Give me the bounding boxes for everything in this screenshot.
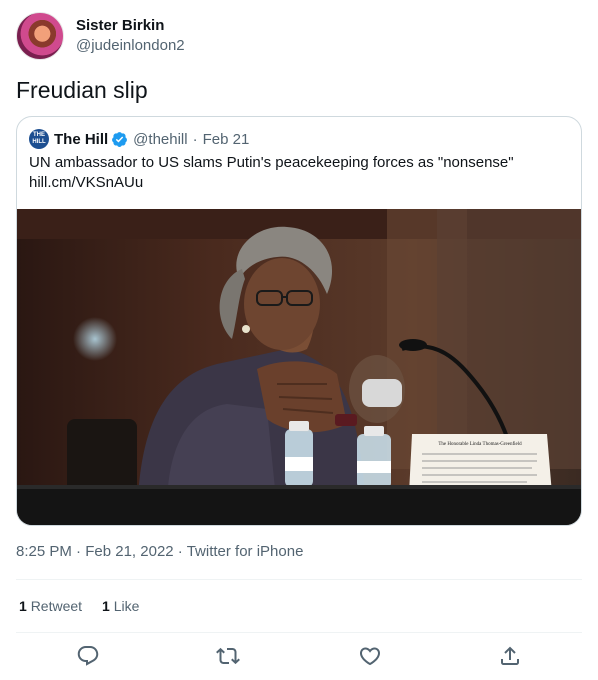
tweet-date[interactable]: Feb 21, 2022 <box>85 543 173 560</box>
retweets-label: Retweet <box>30 598 83 614</box>
verified-badge-icon <box>112 131 128 147</box>
divider <box>16 632 582 633</box>
tweet-meta: 8:25 PM · Feb 21, 2022 · Twitter for iPh… <box>16 542 303 562</box>
retweets-count: 1 <box>19 598 27 614</box>
quoted-photo[interactable]: The Honorable Linda Thomas-Greenfield <box>17 209 581 525</box>
tweet-header: Sister Birkin @judeinlondon2 <box>16 12 185 60</box>
placard-text: The Honorable Linda Thomas-Greenfield <box>438 442 522 447</box>
tweet-stats: 1 Retweet 1 Like <box>19 596 139 616</box>
quoted-link[interactable]: hill.cm/VKSnAUu <box>29 173 569 193</box>
author-names: Sister Birkin @judeinlondon2 <box>76 16 185 56</box>
share-icon <box>501 646 519 665</box>
action-bar <box>16 642 582 672</box>
retweets-stat[interactable]: 1 Retweet <box>19 596 82 616</box>
retweet-icon <box>216 647 240 665</box>
quoted-avatar: THE HILL <box>29 129 49 149</box>
like-icon <box>359 647 381 666</box>
tweet-time[interactable]: 8:25 PM <box>16 543 72 560</box>
like-button[interactable] <box>358 644 382 668</box>
reply-button[interactable] <box>76 644 100 668</box>
divider <box>16 579 582 580</box>
retweet-button[interactable] <box>216 644 240 668</box>
hearing-photo: The Honorable Linda Thomas-Greenfield <box>17 209 581 525</box>
quoted-handle: @thehill <box>133 130 188 148</box>
tweet-source[interactable]: Twitter for iPhone <box>187 543 304 560</box>
likes-stat[interactable]: 1 Like <box>102 596 139 616</box>
reply-icon <box>77 646 99 666</box>
meta-separator: · <box>76 543 82 560</box>
author-display-name[interactable]: Sister Birkin <box>76 16 185 36</box>
share-button[interactable] <box>498 644 522 668</box>
quoted-tweet[interactable]: THE HILL The Hill @thehill · Feb 21 UN a… <box>16 116 582 526</box>
author-avatar[interactable] <box>16 12 64 60</box>
likes-label: Like <box>113 598 140 614</box>
quoted-tweet-header: THE HILL The Hill @thehill · Feb 21 <box>29 129 249 149</box>
quoted-display-name: The Hill <box>54 130 109 148</box>
quoted-date: Feb 21 <box>202 130 250 148</box>
quoted-text: UN ambassador to US slams Putin's peacek… <box>29 154 514 171</box>
tweet-text: Freudian slip <box>16 77 148 103</box>
quoted-separator: · <box>192 130 198 148</box>
meta-separator: · <box>177 543 183 560</box>
likes-count: 1 <box>102 598 110 614</box>
author-handle[interactable]: @judeinlondon2 <box>76 36 185 56</box>
quoted-text-block: UN ambassador to US slams Putin's peacek… <box>29 153 569 193</box>
